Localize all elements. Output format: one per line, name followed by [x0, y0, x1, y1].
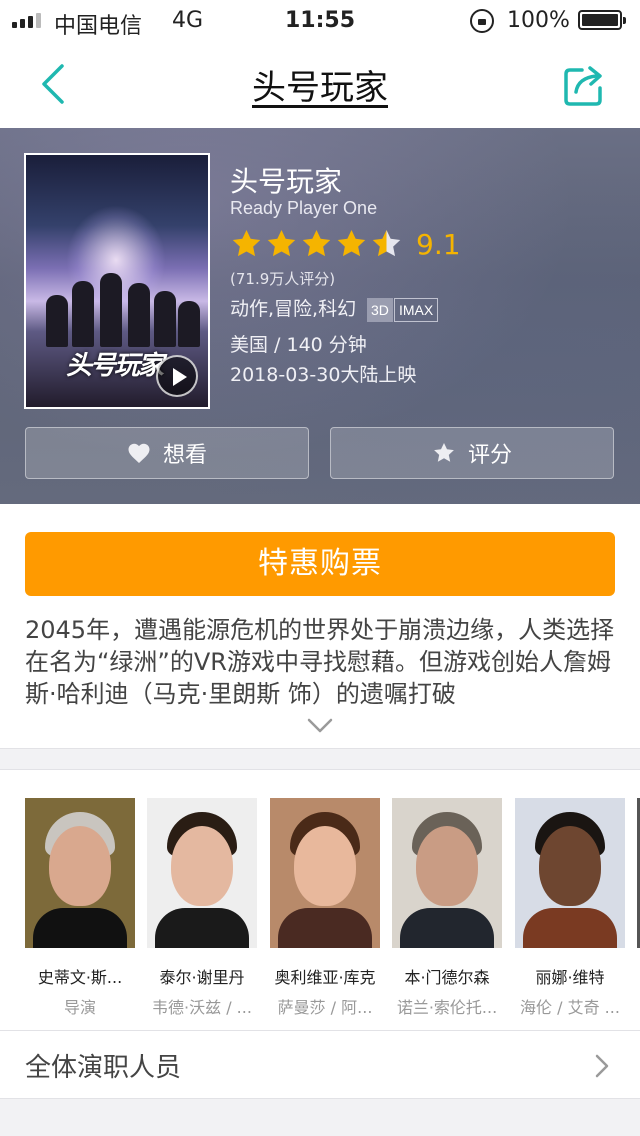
movie-header: 头号玩家 头号玩家 Ready Player One 9.1 (71.9万人评分…: [0, 128, 640, 504]
cast-name: 本·门德尔森: [404, 968, 490, 987]
chevron-right-icon: [595, 1054, 609, 1078]
share-button[interactable]: [560, 62, 608, 110]
rating-count: (71.9万人评分): [230, 270, 336, 288]
all-cast-row[interactable]: 全体演职人员: [0, 1030, 640, 1098]
release-date: 2018-03-30大陆上映: [230, 364, 417, 386]
cast-photo: [515, 798, 625, 948]
cast-role: 诺兰·索伦托...: [396, 998, 498, 1017]
rate-button[interactable]: 评分: [330, 427, 614, 479]
tag-3d: 3D: [367, 298, 393, 322]
star-half-icon: [372, 230, 401, 257]
cast-item[interactable]: 泰尔·谢里丹 韦德·沃兹 / ...: [147, 798, 257, 1018]
nav-bar: 头号玩家: [0, 40, 640, 128]
all-cast-label: 全体演职人员: [25, 1053, 182, 1083]
status-bar: 中国电信 4G 11:55 100%: [0, 0, 640, 40]
poster-figures: [26, 267, 208, 347]
cast-name: 泰尔·谢里丹: [159, 968, 245, 987]
section-divider: [0, 1098, 640, 1136]
cast-photo: [147, 798, 257, 948]
cast-item[interactable]: 奥利维亚·库克 萨曼莎 / 阿...: [270, 798, 380, 1018]
movie-genres: 动作,冒险,科幻: [230, 298, 357, 320]
page-title: 头号玩家: [252, 68, 388, 108]
star-full-icon: [337, 230, 366, 257]
star-full-icon: [232, 230, 261, 257]
rate-label: 评分: [467, 443, 512, 468]
cast-role: 萨曼莎 / 阿...: [277, 998, 373, 1017]
region-duration: 美国 / 140 分钟: [230, 334, 367, 356]
movie-english-title: Ready Player One: [230, 198, 378, 218]
star-icon: [434, 443, 454, 462]
tag-imax: IMAX: [394, 298, 439, 322]
poster-logo: 头号玩家: [66, 351, 164, 381]
cast-item[interactable]: 本·门德尔森 诺兰·索伦托...: [392, 798, 502, 1018]
cast-role: 韦德·沃兹 / ...: [152, 998, 252, 1017]
cast-name: 奥利维亚·库克: [274, 968, 376, 987]
want-label: 想看: [162, 443, 207, 468]
battery-percent: 100%: [507, 8, 570, 33]
cast-item[interactable]: 丽娜·维特 海伦 / 艾奇 ...: [515, 798, 625, 1018]
rating-stars: [230, 228, 403, 260]
buy-ticket-button[interactable]: 特惠购票: [25, 532, 615, 596]
battery-icon: [578, 10, 626, 30]
cast-item[interactable]: 史蒂文·斯... 导演: [25, 798, 135, 1018]
movie-poster[interactable]: 头号玩家: [24, 153, 210, 409]
orientation-lock-icon: [470, 9, 494, 33]
star-full-icon: [267, 230, 296, 257]
cast-photo: [270, 798, 380, 948]
cast-photo: [25, 798, 135, 948]
cast-name: 丽娜·维特: [535, 968, 605, 987]
rating-score: 9.1: [416, 228, 461, 261]
heart-icon: [128, 443, 150, 463]
want-to-watch-button[interactable]: 想看: [25, 427, 309, 479]
synopsis-text: 2045年，遭遇能源危机的世界处于崩溃边缘，人类选择在名为“绿洲”的VR游戏中寻…: [25, 616, 615, 708]
cast-photo: [392, 798, 502, 948]
share-icon: [564, 66, 602, 106]
movie-title: 头号玩家: [230, 165, 343, 198]
play-trailer-button[interactable]: [156, 355, 198, 397]
cast-name: 史蒂文·斯...: [37, 968, 123, 987]
section-divider: [0, 748, 640, 770]
chevron-down-icon[interactable]: [306, 716, 334, 736]
cast-role: 导演: [63, 998, 96, 1017]
star-full-icon: [302, 230, 331, 257]
cast-list: 史蒂文·斯... 导演 泰尔·谢里丹 韦德·沃兹 / ... 奥利维亚·库克 萨…: [25, 798, 640, 1018]
cast-role: 海伦 / 艾奇 ...: [520, 998, 620, 1017]
